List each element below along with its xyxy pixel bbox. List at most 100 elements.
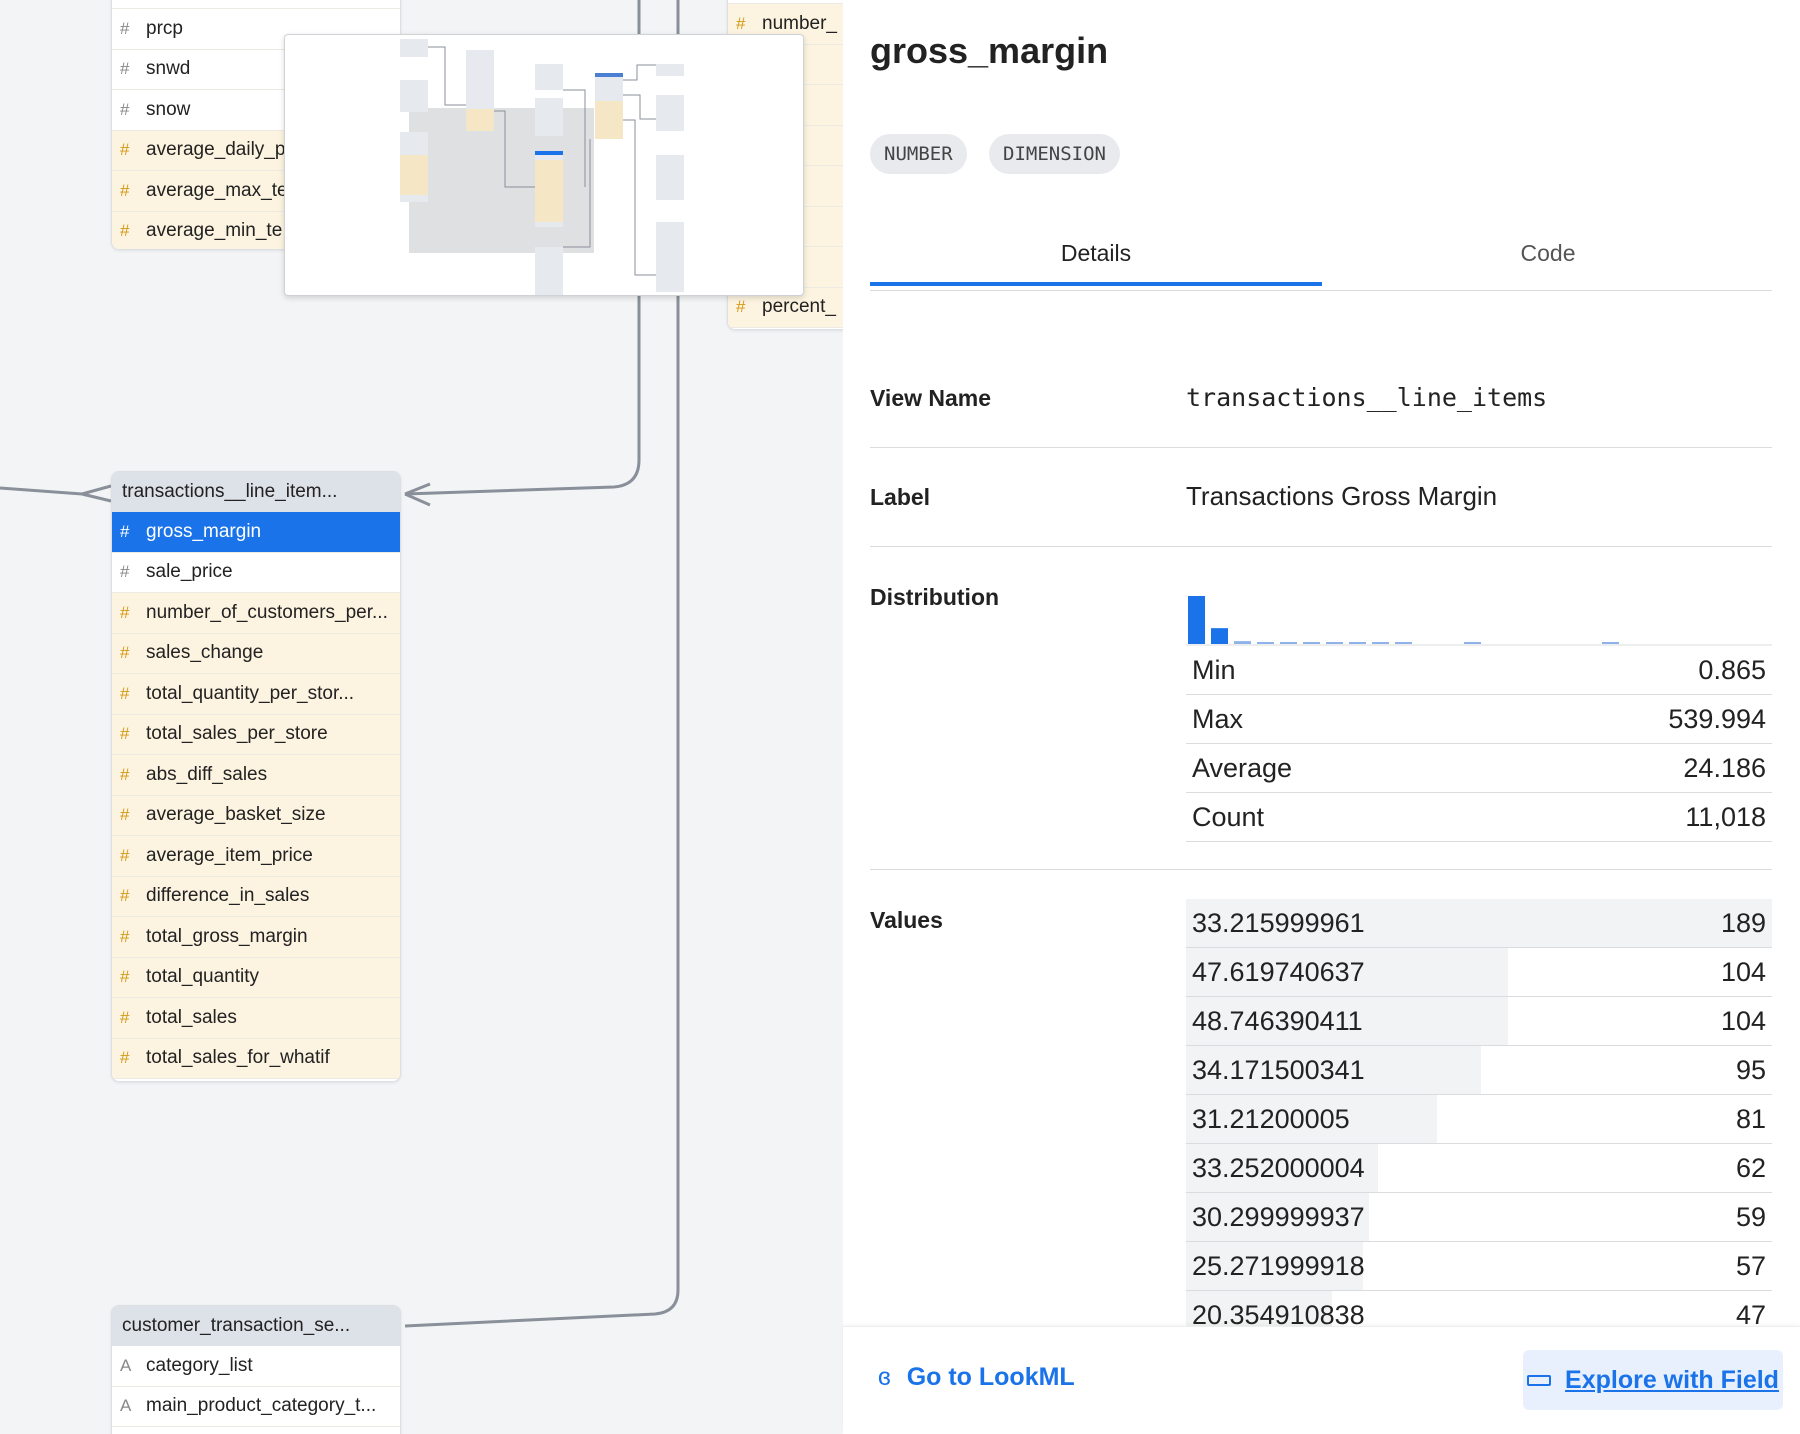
number-type-icon: # xyxy=(120,845,130,865)
number-type-icon: # xyxy=(120,724,130,744)
value-count: 104 xyxy=(1720,1005,1766,1036)
table-row[interactable]: # total_sales_per_store xyxy=(112,714,400,755)
number-type-icon: # xyxy=(736,297,746,317)
string-type-icon: A xyxy=(120,1396,132,1416)
value-text: 31.21200005 xyxy=(1192,1103,1350,1134)
number-type-icon: # xyxy=(120,967,130,987)
value-count: 104 xyxy=(1720,956,1766,987)
number-type-icon: # xyxy=(120,1007,130,1027)
number-type-icon: # xyxy=(120,926,130,946)
minimap-preview xyxy=(400,39,684,295)
table-row[interactable]: # total_sales_for_whatif xyxy=(112,1038,400,1079)
table-header[interactable]: customer_transaction_se... xyxy=(112,1306,400,1346)
value-count: 189 xyxy=(1720,907,1766,938)
value-row: 20.354910838 47 xyxy=(1186,1291,1772,1326)
table-header[interactable]: transactions__line_item... xyxy=(112,472,400,512)
go-to-lookml-link[interactable]: ‍ɞ Go to LookML xyxy=(878,1363,1075,1392)
table-row[interactable]: # difference_in_sales xyxy=(112,876,400,917)
field-name: total_sales xyxy=(146,1006,237,1028)
value-count: 81 xyxy=(1735,1103,1766,1134)
minimap[interactable] xyxy=(284,34,804,296)
value-row: 31.21200005 81 xyxy=(1186,1095,1772,1144)
field-name: average_basket_size xyxy=(146,804,326,826)
value-text: 33.215999961 xyxy=(1192,907,1365,938)
value-row: 47.619740637 104 xyxy=(1186,948,1772,997)
number-type-icon: # xyxy=(120,562,130,582)
value-row: 33.252000004 62 xyxy=(1186,1144,1772,1193)
table-row[interactable]: # total_quantity xyxy=(112,957,400,998)
table-row[interactable]: # total_gross_margin xyxy=(112,917,400,958)
value-count: 47 xyxy=(1735,1299,1766,1327)
field-name: number_of_customers_per... xyxy=(146,601,388,623)
value-text: 34.171500341 xyxy=(1192,1054,1365,1085)
explore-with-field-label: Explore with Field xyxy=(1565,1365,1779,1394)
number-type-icon: # xyxy=(120,1048,130,1068)
field-name: prcp xyxy=(146,17,183,39)
table-transactions-line-items[interactable]: transactions__line_item... # gross_margin… xyxy=(111,471,401,1082)
field-name: category_list xyxy=(146,1354,253,1376)
table-row xyxy=(112,0,400,9)
string-type-icon: A xyxy=(120,1355,132,1375)
field-name: total_sales_for_whatif xyxy=(146,1047,330,1069)
value-count: 62 xyxy=(1735,1152,1766,1183)
field-name: gross_margin xyxy=(146,520,262,542)
number-type-icon: # xyxy=(120,59,130,79)
field-name: average_daily_p xyxy=(146,139,286,161)
value-row: 34.171500341 95 xyxy=(1186,1046,1772,1095)
explore-with-field-button[interactable]: Explore with Field xyxy=(1523,1350,1783,1410)
diagram-canvas[interactable]: # prcp # snwd # snow # average_daily_p # average_… xyxy=(0,0,843,1434)
number-type-icon: # xyxy=(736,13,746,33)
number-type-icon: # xyxy=(120,683,130,703)
value-text: 48.746390411 xyxy=(1192,1005,1363,1036)
number-type-icon: # xyxy=(120,886,130,906)
table-row[interactable]: # average_item_price xyxy=(112,836,400,877)
value-row: 33.215999961 189 xyxy=(1186,899,1772,948)
number-type-icon: # xyxy=(120,99,130,119)
go-to-lookml-label: Go to LookML xyxy=(906,1363,1075,1391)
lookml-icon: ‍ɞ xyxy=(878,1363,891,1391)
field-name: main_product_category_t... xyxy=(146,1395,377,1417)
value-row: 48.746390411 104 xyxy=(1186,997,1772,1046)
table-row[interactable]: # sale_price xyxy=(112,552,400,593)
value-text: 20.354910838 xyxy=(1192,1299,1365,1327)
value-text: 33.252000004 xyxy=(1192,1152,1365,1183)
field-details-panel: gross_margin NUMBER DIMENSION Details Co… xyxy=(843,0,1800,1434)
value-count: 95 xyxy=(1735,1054,1766,1085)
table-row[interactable]: # total_sales xyxy=(112,998,400,1039)
value-text: 25.271999918 xyxy=(1192,1250,1365,1281)
table-row[interactable]: # gross_margin xyxy=(112,512,400,553)
number-type-icon: # xyxy=(120,221,130,241)
field-name: difference_in_sales xyxy=(146,885,310,907)
value-row: 25.271999918 57 xyxy=(1186,1242,1772,1291)
field-name: average_min_te xyxy=(146,220,283,242)
field-name: snow xyxy=(146,98,191,120)
field-name: total_gross_margin xyxy=(146,925,308,947)
field-name: snwd xyxy=(146,58,191,80)
field-name: average_max_te xyxy=(146,179,288,201)
table-row[interactable]: Amain_product_category_t... xyxy=(112,1386,400,1427)
table-row[interactable]: # average_basket_size xyxy=(112,795,400,836)
number-type-icon: # xyxy=(120,18,130,38)
table-customer-transaction[interactable]: customer_transaction_se... Acategory_lis… xyxy=(111,1305,401,1434)
table-row[interactable]: # number_of_customers_per... xyxy=(112,593,400,634)
table-row[interactable]: Acategory_list xyxy=(112,1346,400,1387)
value-text: 30.299999937 xyxy=(1192,1201,1365,1232)
number-type-icon: # xyxy=(120,521,130,541)
number-type-icon: # xyxy=(120,643,130,663)
number-type-icon: # xyxy=(120,180,130,200)
value-count: 59 xyxy=(1735,1201,1766,1232)
value-count: 57 xyxy=(1735,1250,1766,1281)
table-row[interactable]: # abs_diff_sales xyxy=(112,755,400,796)
explore-icon xyxy=(1527,1374,1552,1386)
field-name: total_quantity xyxy=(146,966,260,988)
value-text: 47.619740637 xyxy=(1192,956,1365,987)
field-name: abs_diff_sales xyxy=(146,763,268,785)
table-row[interactable]: # sales_change xyxy=(112,633,400,674)
field-name: average_item_price xyxy=(146,844,313,866)
table-row[interactable]: # total_quantity_per_stor... xyxy=(112,674,400,715)
panel-footer: ‍ɞ Go to LookML Explore with Field xyxy=(843,1326,1800,1434)
number-type-icon: # xyxy=(120,764,130,784)
number-type-icon: # xyxy=(120,140,130,160)
number-type-icon: # xyxy=(120,805,130,825)
value-row: 30.299999937 59 xyxy=(1186,1193,1772,1242)
